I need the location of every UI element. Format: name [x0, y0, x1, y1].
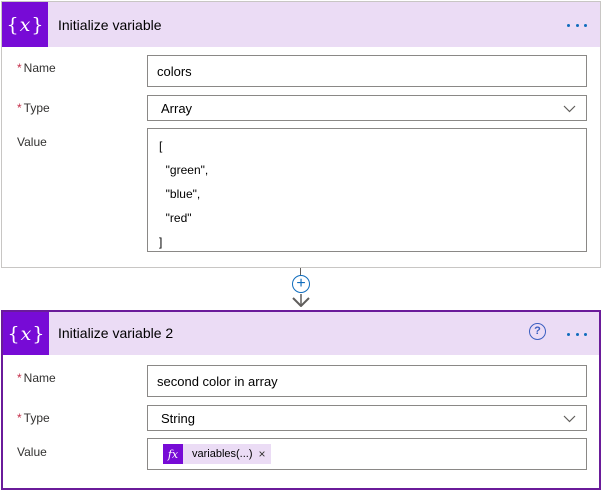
arrow-down-icon — [292, 294, 310, 307]
type-label: * Type — [17, 101, 50, 115]
card-header[interactable]: {x} Initialize variable — [2, 2, 600, 47]
value-input[interactable]: fx variables(...) × — [147, 438, 587, 470]
more-options-icon[interactable] — [564, 15, 590, 35]
required-marker: * — [17, 101, 22, 115]
value-label: Value — [17, 445, 47, 459]
card-header[interactable]: {x} Initialize variable 2 ? — [3, 312, 599, 355]
required-marker: * — [17, 61, 22, 75]
value-label: Value — [17, 135, 47, 149]
name-label: * Name — [17, 61, 56, 75]
required-marker: * — [17, 411, 22, 425]
chevron-down-icon — [563, 105, 576, 113]
card-title: Initialize variable — [58, 17, 162, 33]
expression-token[interactable]: fx variables(...) × — [163, 444, 271, 464]
add-action-button[interactable]: + — [292, 275, 310, 293]
type-dropdown[interactable]: Array — [147, 95, 587, 121]
type-label: * Type — [17, 411, 50, 425]
help-icon[interactable]: ? — [529, 323, 546, 340]
name-label: * Name — [17, 371, 56, 385]
value-textarea[interactable]: [ "green", "blue", "red" ] — [147, 128, 587, 252]
token-label: variables(...) — [192, 448, 253, 460]
more-options-icon[interactable] — [564, 324, 590, 344]
chevron-down-icon — [563, 415, 576, 423]
name-input[interactable]: colors — [147, 55, 587, 87]
initialize-variable-2-card[interactable]: {x} Initialize variable 2 ? * Name second… — [1, 310, 601, 490]
card-title: Initialize variable 2 — [58, 325, 174, 341]
type-dropdown[interactable]: String — [147, 405, 587, 431]
initialize-variable-card[interactable]: {x} Initialize variable * Name colors * Ty… — [1, 1, 601, 268]
required-marker: * — [17, 371, 22, 385]
remove-token-button[interactable]: × — [259, 447, 271, 461]
variable-icon: {x} — [3, 312, 49, 355]
name-input[interactable]: second color in array — [147, 365, 587, 397]
function-icon: fx — [163, 444, 183, 464]
variable-icon: {x} — [2, 2, 48, 47]
